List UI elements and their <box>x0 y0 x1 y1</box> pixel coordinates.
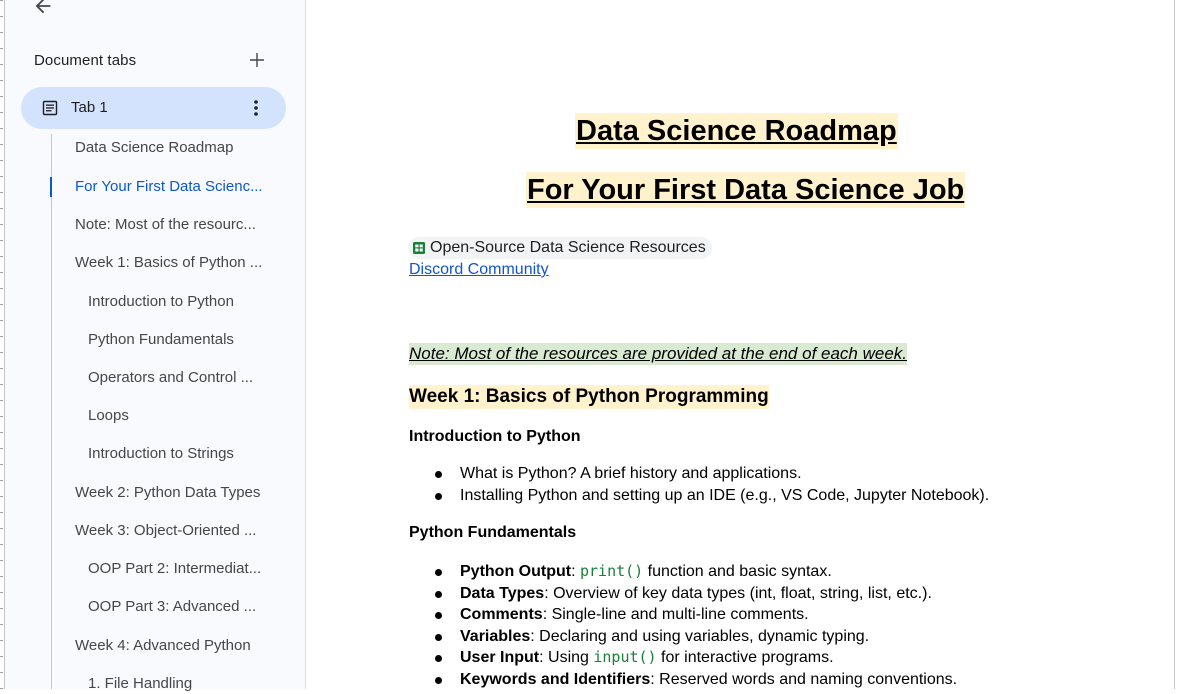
arrow-back-icon <box>35 0 51 14</box>
outline-item[interactable]: Loops <box>88 406 129 426</box>
list-item: Keywords and Identifiers: Reserved words… <box>432 669 957 691</box>
note-text: Note: Most of the resources are provided… <box>409 343 908 365</box>
week1-heading: Week 1: Basics of Python Programming <box>409 385 769 409</box>
list-separator: : <box>542 606 552 623</box>
resource-smart-chip[interactable]: Open-Source Data Science Resources <box>408 237 712 259</box>
list-text: Single-line and multi-line comments. <box>551 606 809 623</box>
outline-item[interactable]: Week 3: Object-Oriented ... <box>75 521 256 541</box>
inline-code: print() <box>579 562 644 580</box>
list-text: Reserved words and naming conventions. <box>659 670 958 688</box>
tab-1[interactable]: Tab 1 <box>21 87 286 129</box>
outline-item[interactable]: Note: Most of the resourc... <box>75 215 256 235</box>
add-tab-button[interactable] <box>245 48 269 72</box>
list-item: Variables: Declaring and using variables… <box>432 626 957 648</box>
document-tabs-heading: Document tabs <box>34 51 137 69</box>
list-text: function and basic syntax. <box>643 563 832 580</box>
outline-item[interactable]: 1. File Handling <box>88 674 192 694</box>
sheets-icon <box>413 242 425 254</box>
outline-item[interactable]: Python Fundamentals <box>88 330 234 350</box>
outline-item[interactable]: Week 2: Python Data Types <box>75 483 260 503</box>
fundamentals-list: Python Output: print() function and basi… <box>432 561 957 690</box>
document-icon <box>42 100 58 116</box>
list-text: Overview of key data types (int, float, … <box>553 584 932 602</box>
list-item: What is Python? A brief history and appl… <box>432 463 989 485</box>
more-vert-icon <box>254 100 258 116</box>
document-title: Data Science Roadmap <box>575 113 898 149</box>
back-button[interactable] <box>27 0 59 22</box>
plus-icon <box>250 53 264 67</box>
intro-heading: Introduction to Python <box>409 428 581 445</box>
document-subtitle: For Your First Data Science Job <box>526 172 966 208</box>
outline-item[interactable]: OOP Part 3: Advanced ... <box>88 597 256 617</box>
list-term: Keywords and Identifiers <box>460 670 651 688</box>
list-term: Data Types <box>460 584 545 602</box>
list-term: User Input <box>460 649 540 666</box>
list-term: Variables <box>460 627 531 645</box>
outline-item[interactable]: Introduction to Strings <box>88 444 234 464</box>
tab-options-button[interactable] <box>246 98 266 118</box>
list-separator: : <box>530 627 540 645</box>
outline-item[interactable]: OOP Part 2: Intermediat... <box>88 559 261 579</box>
document-tabs-sidebar: Document tabs Tab 1 Data Science Roadmap… <box>5 0 306 692</box>
discord-community-link[interactable]: Discord Community <box>409 261 549 279</box>
list-item: Python Output: print() function and basi… <box>432 561 957 583</box>
list-separator: : <box>544 584 554 602</box>
list-term: Python Output <box>460 563 572 580</box>
list-item: User Input: Using input() for interactiv… <box>432 647 957 669</box>
fundamentals-heading: Python Fundamentals <box>409 524 577 541</box>
outline-item[interactable]: Data Science Roadmap <box>75 138 233 158</box>
outline-item[interactable]: Week 1: Basics of Python ... <box>75 253 262 273</box>
outline-item[interactable]: Operators and Control ... <box>88 368 253 388</box>
intro-list: What is Python? A brief history and appl… <box>432 463 989 506</box>
list-separator: : <box>650 670 660 688</box>
outline-item[interactable]: Introduction to Python <box>88 292 234 312</box>
list-separator: : Using <box>539 649 594 666</box>
outline-item-active[interactable]: For Your First Data Scienc... <box>75 177 263 197</box>
page-edge <box>1174 0 1175 689</box>
tab-label: Tab 1 <box>71 99 108 116</box>
list-item: Installing Python and setting up an IDE … <box>432 485 989 507</box>
list-item: Comments: Single-line and multi-line com… <box>432 604 957 626</box>
outline-item[interactable]: Week 4: Advanced Python <box>75 636 251 656</box>
list-term: Comments <box>460 606 543 623</box>
list-item: Data Types: Overview of key data types (… <box>432 583 957 605</box>
inline-code: input() <box>593 648 657 666</box>
outline-guide-line <box>51 134 52 689</box>
resource-chip-label: Open-Source Data Science Resources <box>430 239 706 256</box>
outline-active-indicator <box>50 177 52 197</box>
list-text: Declaring and using variables, dynamic t… <box>539 627 870 645</box>
list-text: for interactive programs. <box>656 649 834 666</box>
list-separator: : <box>571 563 580 580</box>
